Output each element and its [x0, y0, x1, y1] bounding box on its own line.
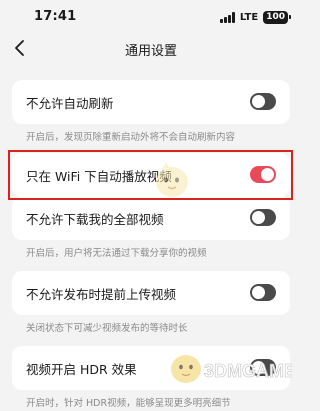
wifi-autoplay-toggle[interactable]: [250, 166, 276, 183]
setting-label: 视频开启 HDR 效果: [26, 362, 137, 377]
setting-label: 不允许发布时提前上传视频: [26, 287, 177, 302]
setting-auto-refresh: 不允许自动刷新: [12, 80, 290, 124]
battery-icon: 100: [263, 10, 291, 24]
nav-bar: 通用设置: [0, 34, 302, 64]
setting-label: 不允许自动刷新: [26, 96, 114, 111]
disable-download-toggle[interactable]: [250, 209, 276, 226]
setting-description: 开启时，针对 HDR视频，能够呈现更多明亮细节: [26, 398, 231, 409]
setting-description: 开启后，发现页除重新启动外将不会自动刷新内容: [26, 132, 236, 143]
setting-label: 不允许下载我的全部视频: [26, 212, 164, 227]
watermark-logo: 3DMGAME: [171, 355, 292, 383]
status-bar: 17:41 LTE 100: [0, 0, 302, 34]
setting-pre-upload: 不允许发布时提前上传视频: [12, 271, 290, 315]
auto-refresh-toggle[interactable]: [250, 93, 276, 110]
signal-icon: [219, 11, 235, 23]
toggle-knob: [252, 286, 265, 299]
mascot-icon: [156, 162, 188, 197]
toggle-knob: [261, 168, 274, 181]
pre-upload-toggle[interactable]: [250, 284, 276, 301]
setting-disable-download: 不允许下载我的全部视频: [12, 196, 290, 240]
setting-description: 开启后，用户将无法通过下载分享你的视频: [26, 248, 207, 259]
setting-description: 关闭状态下可减少视频发布的等待时长: [26, 323, 188, 334]
toggle-knob: [252, 211, 265, 224]
network-type: LTE: [239, 11, 259, 23]
status-time: 17:41: [34, 9, 77, 24]
page-title: 通用设置: [124, 44, 177, 59]
status-indicators: LTE 100: [219, 10, 291, 24]
svg-text:3DMGAME: 3DMGAME: [204, 361, 292, 381]
toggle-knob: [252, 95, 265, 108]
